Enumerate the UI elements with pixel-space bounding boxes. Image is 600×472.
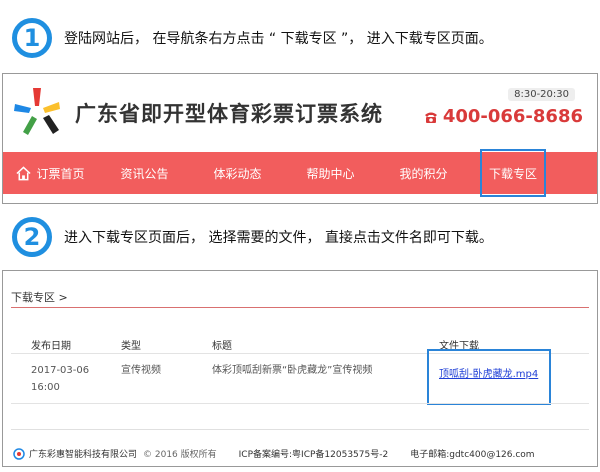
column-header-type: 类型 [121,341,141,352]
nav-item-help[interactable]: 帮助中心 [284,152,377,194]
nav-item-download[interactable]: 下载专区 [480,149,546,197]
download-page-screenshot: 下载专区 > 发布日期 类型 标题 文件下载 2017-03-06 16:00 … [2,270,598,467]
service-hours: 8:30-20:30 [508,88,575,101]
home-icon [16,165,32,180]
step-text: 登陆网站后， 在导航条右方点击 “ 下载专区 ”， 进入下载专区页面。 [64,31,493,47]
step-number-badge: 2 [12,217,52,257]
nav-item-news[interactable]: 资讯公告 [98,152,191,194]
footer-icp: ICP备案编号:粤ICP备12053575号-2 [238,450,389,460]
page-footer: 广东彩惠智能科技有限公司 © 2016 版权所有 ICP备案编号:粤ICP备12… [13,447,541,460]
step-text: 进入下载专区页面后， 选择需要的文件， 直接点击文件名即可下载。 [64,230,493,246]
footer-email: 电子邮箱:gdtc400@126.com [410,450,535,460]
row-date-time: 16:00 [31,382,60,393]
nav-item-points[interactable]: 我的积分 [377,152,470,194]
step-2-instruction: 2 进入下载专区页面后， 选择需要的文件， 直接点击文件名即可下载。 [12,217,493,257]
step-number-badge: 1 [12,18,52,58]
file-download-link[interactable]: 顶呱刮-卧虎藏龙.mp4 [439,365,538,380]
row-date: 2017-03-06 16:00 [31,362,89,396]
company-logo-icon [13,447,25,460]
breadcrumb-divider [11,307,589,308]
site-header-screenshot: 广东省即开型体育彩票订票系统 8:30-20:30 400-066-8686 订… [2,73,598,204]
footer-divider [11,429,589,430]
step-1-instruction: 1 登陆网站后， 在导航条右方点击 “ 下载专区 ”， 进入下载专区页面。 [12,18,493,58]
phone-icon [424,112,437,123]
row-type: 宣传视频 [121,365,161,376]
nav-label: 订票首页 [36,166,85,181]
row-date-day: 2017-03-06 [31,365,90,376]
lottery-logo-icon [14,88,60,135]
nav-item-sports-news[interactable]: 体彩动态 [191,152,284,194]
column-header-date: 发布日期 [31,341,71,352]
nav-item-home[interactable]: 订票首页 [3,152,98,194]
footer-copyright: © 2016 版权所有 [143,450,217,460]
hotline-number: 400-066-8686 [442,106,583,127]
row-title: 体彩顶呱刮新票“卧虎藏龙”宣传视频 [212,365,373,376]
table-row-divider [11,403,589,404]
hotline: 400-066-8686 [423,106,583,127]
column-header-title: 标题 [212,341,232,352]
main-navbar: 订票首页 资讯公告 体彩动态 帮助中心 我的积分 下载专区 [3,149,597,197]
site-title: 广东省即开型体育彩票订票系统 [75,102,383,126]
breadcrumb[interactable]: 下载专区 > [11,289,68,305]
footer-company: 广东彩惠智能科技有限公司 [29,450,138,460]
